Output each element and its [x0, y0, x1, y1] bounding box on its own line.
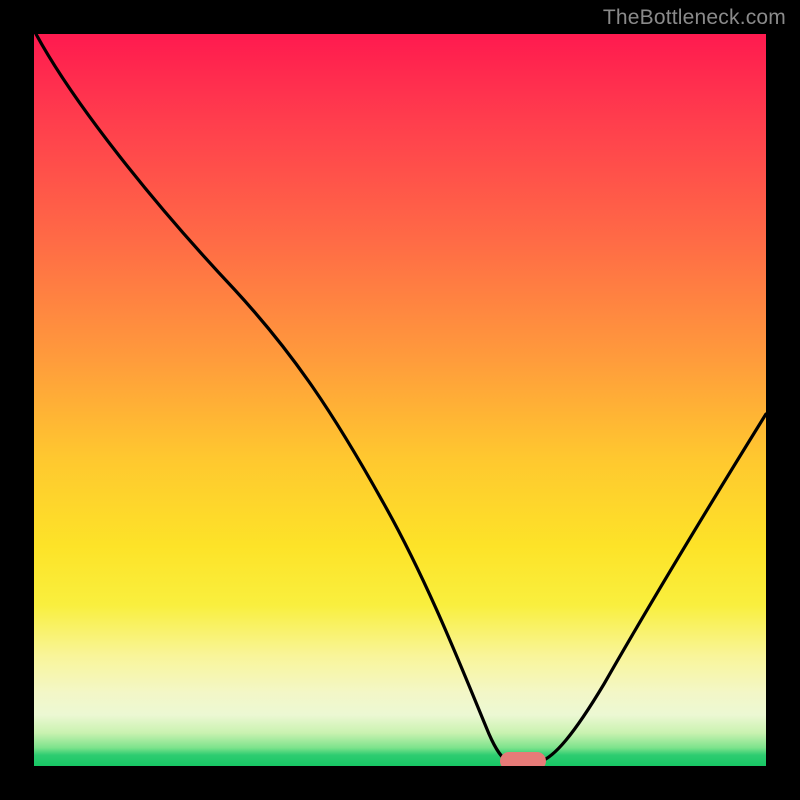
plot-area [34, 34, 766, 766]
watermark-text: TheBottleneck.com [603, 6, 786, 30]
curve-svg [34, 34, 766, 766]
optimum-marker [500, 752, 546, 766]
bottleneck-curve [36, 34, 766, 762]
chart-frame: TheBottleneck.com [0, 0, 800, 800]
